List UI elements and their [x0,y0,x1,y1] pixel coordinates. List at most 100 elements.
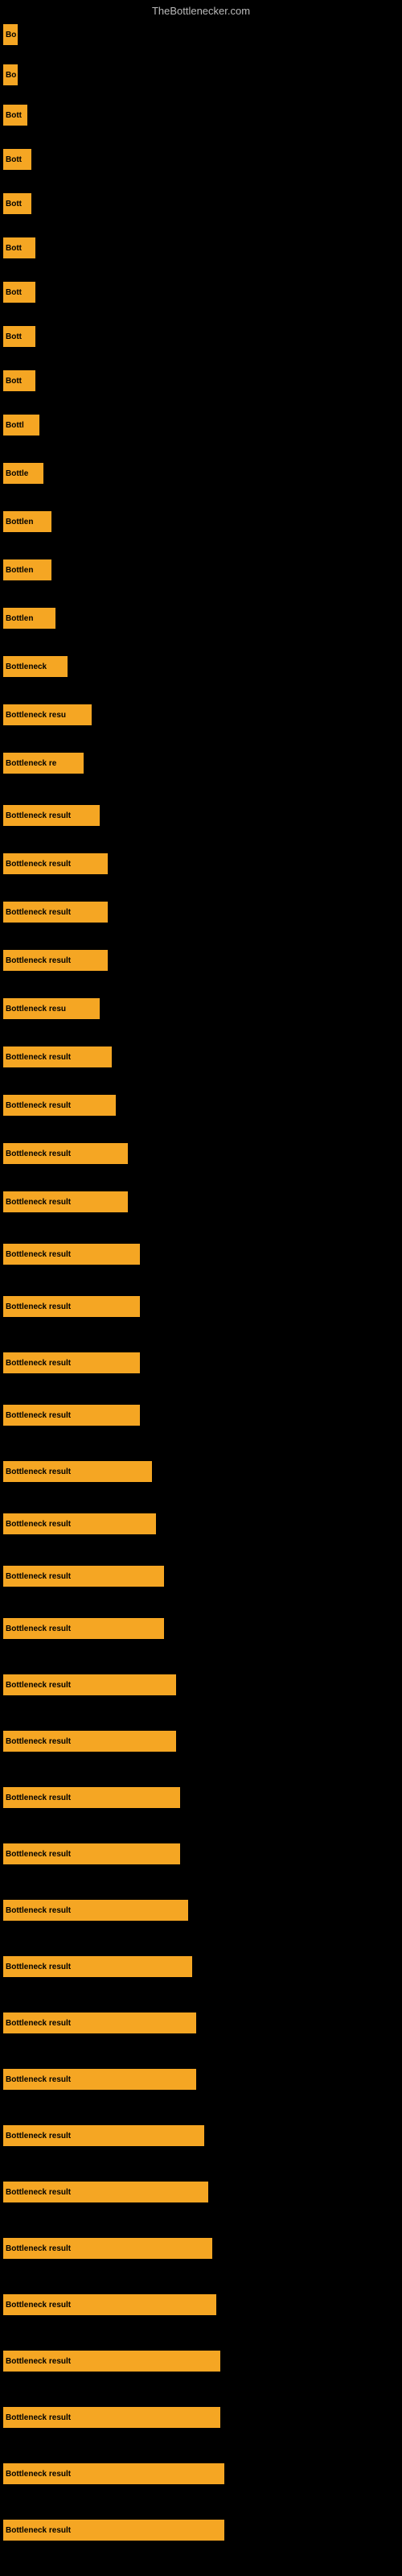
bar: Bott [3,149,31,170]
bar-item: Bottleneck result [3,1900,188,1921]
bar-item: Bott [3,193,31,214]
bar-item: Bottleneck result [3,950,108,971]
bar-item: Bottleneck result [3,1095,116,1116]
bar: Bottleneck result [3,853,108,874]
bar: Bottleneck result [3,1352,140,1373]
bar-item: Bottleneck result [3,2069,196,2090]
bar: Bottleneck result [3,2463,224,2484]
bar-item: Bottleneck result [3,1513,156,1534]
bar: Bottleneck result [3,1461,152,1482]
bar: Bottleneck result [3,2182,208,2202]
bar: Bottlen [3,559,51,580]
bar-item: Bottleneck re [3,753,84,774]
bar: Bottlen [3,511,51,532]
bar: Bottleneck resu [3,704,92,725]
bar: Bottleneck result [3,2520,224,2541]
bar-item: Bott [3,105,27,126]
bar: Bottleneck result [3,1618,164,1639]
bar-item: Bottleneck result [3,1566,164,1587]
bar: Bottleneck result [3,2069,196,2090]
bar: Bottleneck re [3,753,84,774]
bar: Bottleneck result [3,1046,112,1067]
bar-item: Bottleneck result [3,2182,208,2202]
bar-item: Bott [3,149,31,170]
bar-item: Bottleneck result [3,1352,140,1373]
bar-item: Bottleneck resu [3,998,100,1019]
bar-item: Bottleneck result [3,1046,112,1067]
bar-item: Bottleneck result [3,2294,216,2315]
bar: Bott [3,370,35,391]
bar-item: Bottleneck result [3,1405,140,1426]
bar: Bott [3,237,35,258]
bar: Bottleneck result [3,1513,156,1534]
site-title: TheBottlenecker.com [0,0,402,20]
bar: Bottleneck result [3,902,108,923]
bar: Bottleneck result [3,1843,180,1864]
bar: Bottleneck result [3,805,100,826]
bar: Bottleneck result [3,1900,188,1921]
bar-item: Bottleneck [3,656,68,677]
bar: Bottleneck result [3,1296,140,1317]
bar: Bottle [3,463,43,484]
bar: Bottleneck result [3,950,108,971]
bar-item: Bottleneck result [3,1143,128,1164]
bar-item: Bottleneck result [3,1296,140,1317]
bar: Bott [3,105,27,126]
bar: Bottleneck result [3,1191,128,1212]
bar-item: Bo [3,64,18,85]
bar-item: Bottleneck result [3,1674,176,1695]
bar: Bottleneck result [3,2407,220,2428]
bar-item: Bott [3,370,35,391]
bar-item: Bo [3,24,18,45]
bar: Bottleneck result [3,2351,220,2372]
bar: Bottlen [3,608,55,629]
bar-item: Bottleneck result [3,1787,180,1808]
bar-item: Bottleneck result [3,2520,224,2541]
bar: Bottl [3,415,39,436]
bar-item: Bottlen [3,511,51,532]
bar-item: Bottlen [3,559,51,580]
bar: Bottleneck resu [3,998,100,1019]
bar-item: Bottlen [3,608,55,629]
bar-item: Bottleneck result [3,1731,176,1752]
bar: Bottleneck result [3,2238,212,2259]
bar: Bottleneck result [3,2294,216,2315]
bar-item: Bottleneck result [3,2351,220,2372]
bar: Bottleneck result [3,1787,180,1808]
bar-item: Bottleneck result [3,853,108,874]
bar: Bo [3,64,18,85]
bar-item: Bottleneck result [3,2013,196,2033]
bar-item: Bott [3,237,35,258]
bar-item: Bottl [3,415,39,436]
bar: Bott [3,282,35,303]
bar-item: Bottleneck result [3,1461,152,1482]
bar-item: Bottleneck result [3,1191,128,1212]
bar: Bottleneck result [3,1095,116,1116]
bar-item: Bottleneck result [3,805,100,826]
bar-item: Bottleneck result [3,2125,204,2146]
bar: Bott [3,326,35,347]
bar: Bottleneck result [3,2125,204,2146]
bar-item: Bottleneck result [3,902,108,923]
bar: Bottleneck result [3,2013,196,2033]
bar: Bottleneck result [3,1731,176,1752]
bar-item: Bottleneck result [3,2407,220,2428]
bar-item: Bottleneck result [3,2463,224,2484]
bar: Bo [3,24,18,45]
bar: Bottleneck [3,656,68,677]
bar-item: Bottleneck resu [3,704,92,725]
bar-item: Bottleneck result [3,1618,164,1639]
bar-item: Bott [3,326,35,347]
bar-item: Bottleneck result [3,1843,180,1864]
bar-item: Bottleneck result [3,2238,212,2259]
bar: Bottleneck result [3,1405,140,1426]
bar: Bott [3,193,31,214]
bar-item: Bott [3,282,35,303]
bar-item: Bottle [3,463,43,484]
bar: Bottleneck result [3,1674,176,1695]
bar: Bottleneck result [3,1566,164,1587]
bar: Bottleneck result [3,1143,128,1164]
bar-item: Bottleneck result [3,1244,140,1265]
bar: Bottleneck result [3,1244,140,1265]
bar-item: Bottleneck result [3,1956,192,1977]
